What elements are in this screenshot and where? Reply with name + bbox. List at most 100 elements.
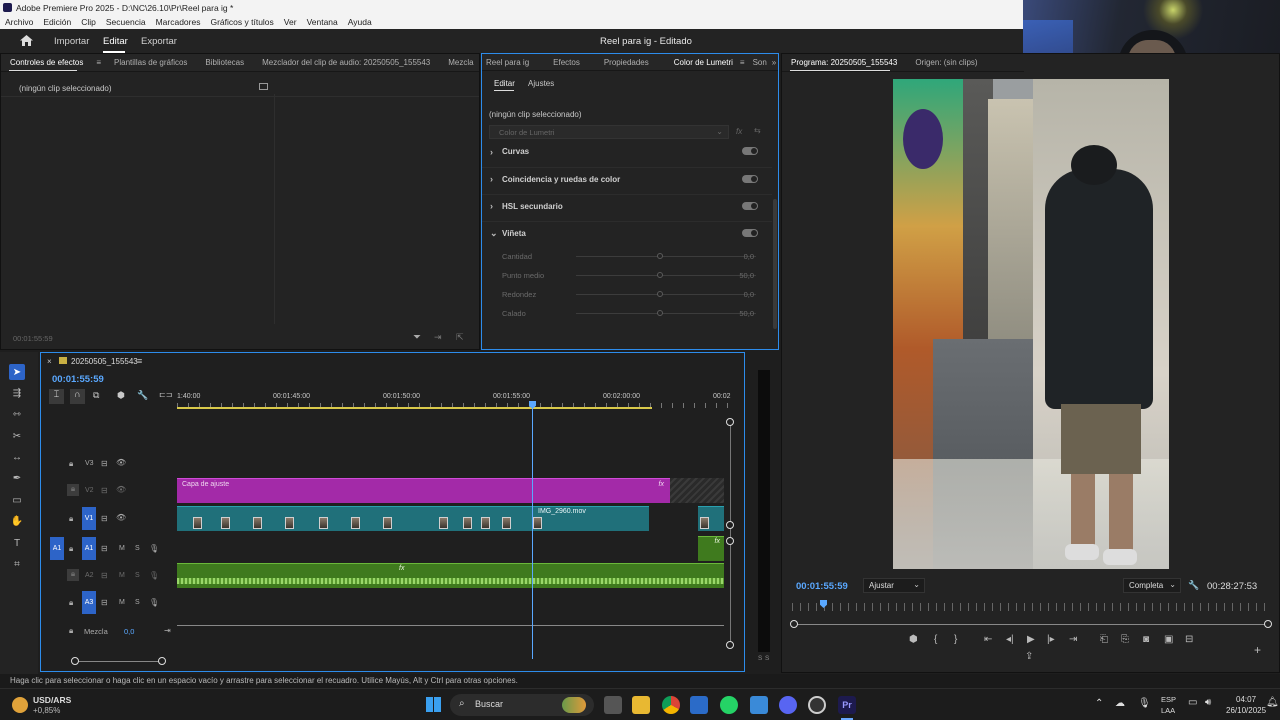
- subtab-settings[interactable]: Ajustes: [528, 79, 554, 88]
- vignette-toggle[interactable]: [742, 229, 758, 237]
- sync-icon[interactable]: ⊟: [101, 514, 108, 523]
- camera-icon[interactable]: ◙: [1143, 634, 1149, 645]
- tab-mix[interactable]: Mezcla: [439, 58, 482, 67]
- add-marker-icon[interactable]: ⬢: [117, 390, 125, 401]
- obs-icon[interactable]: [808, 696, 826, 714]
- lift-icon[interactable]: ⎗: [1100, 634, 1108, 645]
- rectangle-icon[interactable]: ▭: [9, 492, 25, 508]
- ticker-name[interactable]: USD/ARS: [33, 695, 71, 705]
- task-view-icon[interactable]: [604, 696, 622, 714]
- slider-knob[interactable]: [657, 310, 663, 316]
- tab-properties[interactable]: Propiedades: [590, 58, 659, 67]
- track-select-icon[interactable]: ⇶: [9, 385, 25, 401]
- subtab-edit[interactable]: Editar: [494, 79, 515, 88]
- marker-icon[interactable]: ⬢: [909, 634, 918, 645]
- notifications-icon[interactable]: 🔔︎: [1266, 697, 1279, 708]
- menu-marcadores[interactable]: Marcadores: [151, 15, 206, 29]
- sync-icon[interactable]: ⊟: [101, 544, 108, 553]
- sequence-tab[interactable]: 20250505_155543: [71, 357, 138, 366]
- timeline-playhead[interactable]: [532, 403, 533, 659]
- tray-app-icon[interactable]: ☁: [1115, 698, 1125, 709]
- zoom-handle-left[interactable]: [790, 620, 798, 628]
- solo-button[interactable]: S: [135, 572, 140, 579]
- mute-button[interactable]: M: [119, 572, 125, 579]
- slip-icon[interactable]: ↔: [9, 449, 25, 465]
- color-wheels-toggle[interactable]: [742, 175, 758, 183]
- razor-icon[interactable]: ✂: [9, 428, 25, 444]
- export-frame-icon[interactable]: ⇪: [1025, 651, 1033, 662]
- currency-icon[interactable]: [12, 697, 28, 713]
- scroll-knob-bottom[interactable]: [726, 641, 734, 649]
- tab-source[interactable]: Origen: (sin clips): [906, 58, 986, 67]
- menu-ver[interactable]: Ver: [279, 15, 302, 29]
- lumetri-effect-dropdown[interactable]: Color de Lumetri ⌄: [489, 125, 729, 139]
- zoom-handle-right[interactable]: [158, 657, 166, 665]
- lock-icon[interactable]: 🔒︎: [69, 544, 73, 554]
- a1-source[interactable]: A1: [50, 537, 64, 560]
- step-forward-icon[interactable]: |▸: [1047, 634, 1055, 645]
- clock-time[interactable]: 04:07: [1236, 695, 1256, 704]
- goto-end-icon[interactable]: ⇥: [164, 626, 171, 635]
- eye-icon[interactable]: 👁︎: [116, 485, 126, 494]
- video-clips-v1[interactable]: IMG_2960.mov: [177, 506, 649, 531]
- goto-in-icon[interactable]: ⇤: [984, 634, 992, 645]
- chrome-icon[interactable]: [662, 696, 680, 714]
- caption-icon[interactable]: ⌗: [9, 556, 25, 572]
- menu-graficos[interactable]: Gráficos y títulos: [205, 15, 278, 29]
- timeline-zoom-bar[interactable]: [75, 661, 163, 662]
- windows-start-icon[interactable]: [426, 697, 441, 712]
- goto-out-icon[interactable]: ⇥: [1069, 634, 1077, 645]
- clip-view-icon[interactable]: [259, 83, 268, 90]
- tab-reel[interactable]: Reel para ig: [482, 58, 533, 67]
- timeline-timecode[interactable]: 00:01:55:59: [52, 374, 104, 385]
- program-timecode[interactable]: 00:01:55:59: [796, 581, 848, 592]
- eye-icon[interactable]: 👁︎: [116, 458, 126, 467]
- panel-menu-icon[interactable]: ≡: [92, 58, 105, 67]
- lang-layout[interactable]: LAA: [1161, 706, 1175, 715]
- mic-tray-icon[interactable]: 🎙︎: [1138, 698, 1151, 709]
- tab-program[interactable]: Programa: 20250505_155543: [782, 58, 906, 67]
- slider-knob[interactable]: [657, 291, 663, 297]
- nest-icon[interactable]: ⌶: [49, 389, 64, 404]
- menu-edicion[interactable]: Edición: [38, 15, 76, 29]
- menu-ventana[interactable]: Ventana: [302, 15, 343, 29]
- lock-icon[interactable]: 🔒︎: [69, 626, 73, 636]
- close-sequence-icon[interactable]: ×: [47, 357, 52, 366]
- extract-icon[interactable]: ⎘: [1121, 634, 1129, 645]
- audio-clip-a1-end[interactable]: fx: [698, 536, 724, 561]
- slider-amount[interactable]: Cantidad 0,0: [482, 248, 772, 264]
- fx-icon[interactable]: fx: [736, 127, 742, 136]
- edit-tab[interactable]: Editar: [103, 36, 128, 47]
- hand-icon[interactable]: ✋: [9, 513, 25, 529]
- menu-archivo[interactable]: Archivo: [0, 15, 38, 29]
- snap-icon[interactable]: ∩: [70, 389, 85, 404]
- sequence-menu-icon[interactable]: ≡: [137, 356, 142, 366]
- home-icon[interactable]: [20, 35, 33, 46]
- mic-icon[interactable]: 🎙︎: [149, 544, 159, 553]
- linked-icon[interactable]: ⧉: [93, 390, 99, 401]
- lock-icon[interactable]: 🔒︎: [69, 459, 73, 469]
- menu-clip[interactable]: Clip: [76, 15, 101, 29]
- sync-icon[interactable]: ⊟: [101, 486, 108, 495]
- mix-volume-value[interactable]: 0,0: [124, 627, 134, 636]
- export-tab[interactable]: Exportar: [141, 36, 177, 47]
- pen-icon[interactable]: ✒: [9, 470, 25, 486]
- sync-icon[interactable]: ⊟: [101, 459, 108, 468]
- taskbar-search[interactable]: ⌕ Buscar: [450, 694, 594, 716]
- filter-icon[interactable]: ⏷: [413, 332, 421, 343]
- tab-effects[interactable]: Efectos: [533, 58, 590, 67]
- clock-date[interactable]: 26/10/2025: [1226, 706, 1266, 715]
- tab-sound[interactable]: Son: [748, 58, 770, 67]
- import-tab[interactable]: Importar: [54, 36, 89, 47]
- mark-out-icon[interactable]: }: [954, 634, 957, 645]
- program-zoom-bar[interactable]: [792, 624, 1270, 625]
- reset-icon[interactable]: ⇆: [754, 126, 761, 135]
- slider-knob[interactable]: [657, 272, 663, 278]
- mute-button[interactable]: M: [119, 599, 125, 606]
- play-icon[interactable]: ▶: [1027, 634, 1035, 645]
- tab-graphics-templates[interactable]: Plantillas de gráficos: [105, 58, 196, 67]
- quality-dropdown[interactable]: Completa ⌄: [1123, 578, 1181, 593]
- step-back-icon[interactable]: ◂|: [1006, 634, 1014, 645]
- selection-tool-icon[interactable]: ➤: [9, 364, 25, 380]
- lumetri-scrollbar[interactable]: [773, 199, 777, 329]
